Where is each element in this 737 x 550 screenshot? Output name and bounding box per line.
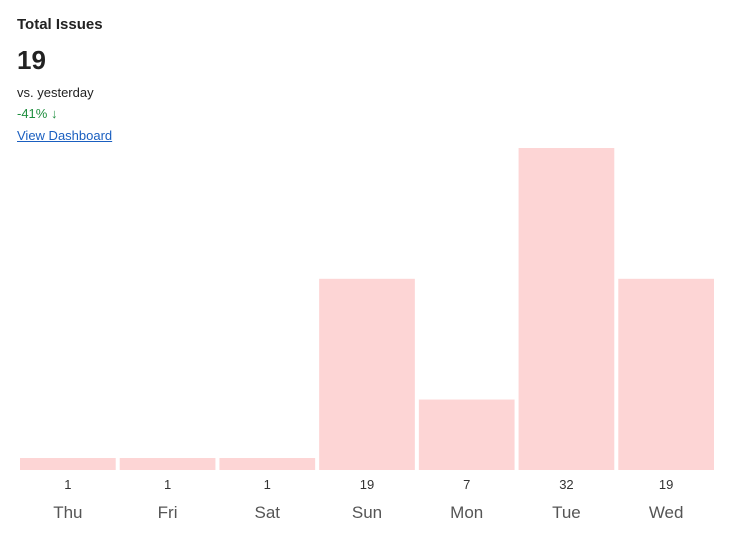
bar-thu xyxy=(20,458,116,470)
bar-mon xyxy=(418,399,515,470)
bar-chart: 1 Thu 1 Fri 1 Sat 19 Sun 7 Mon 32 Tue 19 Wed xyxy=(20,148,714,522)
bar-tue xyxy=(518,148,615,470)
category-label-wed: Wed xyxy=(649,503,684,522)
category-label-mon: Mon xyxy=(450,503,483,522)
value-label-thu: 1 xyxy=(64,477,71,492)
value-label-sat: 1 xyxy=(264,477,271,492)
bar-sun xyxy=(319,278,415,470)
bar-sat xyxy=(219,458,316,470)
bar-wed xyxy=(618,278,714,470)
category-label-tue: Tue xyxy=(552,503,581,522)
category-label-thu: Thu xyxy=(53,503,82,522)
value-label-wed: 19 xyxy=(659,477,673,492)
value-label-fri: 1 xyxy=(164,477,171,492)
bar-fri xyxy=(119,458,216,470)
value-label-sun: 19 xyxy=(360,477,374,492)
category-label-sun: Sun xyxy=(352,503,382,522)
value-label-tue: 32 xyxy=(559,477,573,492)
category-label-sat: Sat xyxy=(255,503,281,522)
category-label-fri: Fri xyxy=(158,503,178,522)
value-label-mon: 7 xyxy=(463,477,470,492)
